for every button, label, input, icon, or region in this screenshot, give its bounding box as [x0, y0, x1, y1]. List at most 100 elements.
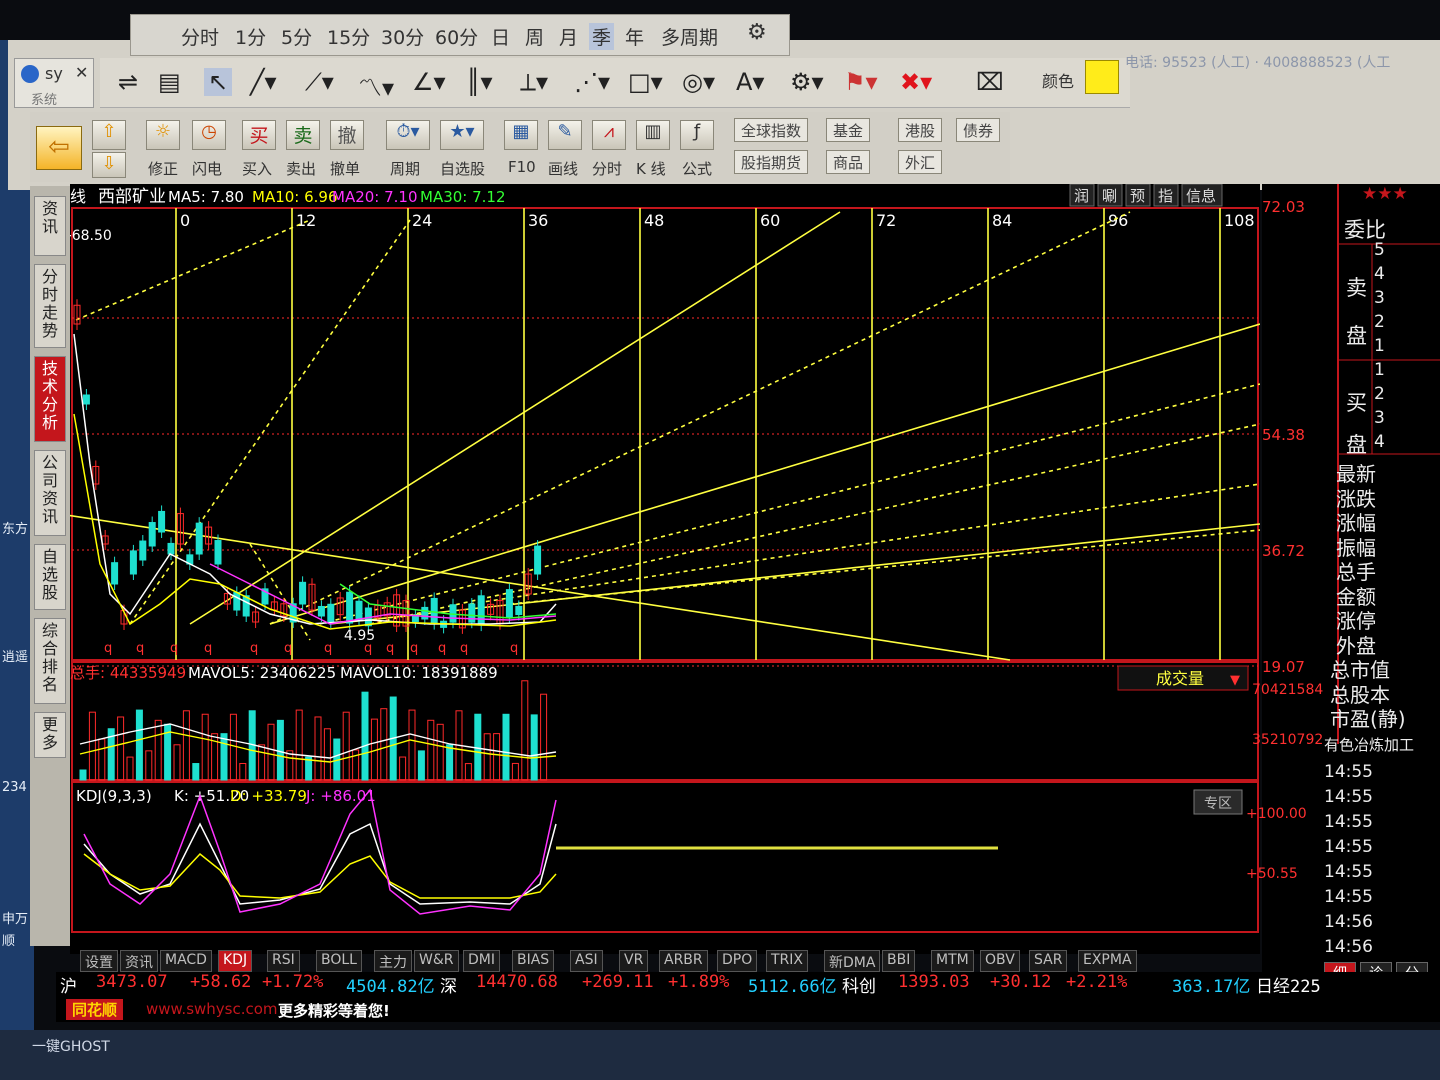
draw-label[interactable]: 画线: [548, 158, 578, 179]
draw-line-icon[interactable]: ✎: [548, 120, 582, 150]
period-quarter[interactable]: 季: [589, 23, 615, 50]
tab-intraday[interactable]: 分时走势: [34, 264, 66, 348]
delete-icon[interactable]: ✖▾: [900, 68, 932, 96]
cancel-order-button[interactable]: 撤: [330, 120, 364, 150]
tab-news[interactable]: 资讯: [34, 196, 66, 256]
market-global-index[interactable]: 全球指数: [734, 118, 809, 142]
period-15min[interactable]: 15分: [327, 23, 370, 50]
period-dropdown-icon[interactable]: ⏱▾: [386, 120, 430, 150]
indicator-tab[interactable]: SAR: [1029, 950, 1068, 972]
period-1min[interactable]: 1分: [235, 23, 266, 50]
indicator-tab[interactable]: KDJ: [218, 950, 253, 972]
indicator-tab[interactable]: BBI: [882, 950, 916, 972]
sell-label[interactable]: 卖出: [286, 158, 316, 179]
indicator-tab[interactable]: TRIX: [766, 950, 808, 972]
indicator-tab[interactable]: 设置: [80, 950, 118, 972]
clock-icon[interactable]: ◷: [192, 120, 226, 150]
angle-tool-icon[interactable]: ∠▾: [412, 68, 446, 96]
desktop-icon-label[interactable]: 逍遥: [2, 646, 28, 665]
flash-label[interactable]: 闪电: [192, 158, 222, 179]
text-tool-icon[interactable]: A▾: [736, 68, 764, 96]
kline-label[interactable]: K 线: [636, 158, 666, 179]
cycle-lines-icon[interactable]: ║▾: [466, 68, 493, 96]
indicator-tab[interactable]: W&R: [414, 950, 459, 972]
period-year[interactable]: 年: [625, 23, 644, 50]
market-commodity[interactable]: 商品: [826, 150, 871, 174]
market-index-futures[interactable]: 股指期货: [734, 150, 809, 174]
sell-button[interactable]: 卖: [286, 120, 320, 150]
indicator-tab[interactable]: MTM: [931, 950, 974, 972]
tab-ranking[interactable]: 综合排名: [34, 618, 66, 704]
fan-tool-icon[interactable]: ⟂▾: [520, 68, 548, 96]
rectangle-tool-icon[interactable]: □▾: [628, 68, 663, 96]
back-arrow-button[interactable]: ⇦: [36, 126, 82, 170]
intraday-label[interactable]: 分时: [592, 158, 622, 179]
indicator-tab[interactable]: 资讯: [120, 950, 158, 972]
formula-icon[interactable]: ƒ: [680, 120, 714, 150]
indicator-tab[interactable]: OBV: [980, 950, 1020, 972]
market-forex[interactable]: 外汇: [898, 150, 943, 174]
lightning-icon[interactable]: ☼: [146, 120, 180, 150]
circle-tool-icon[interactable]: ◎▾: [682, 68, 715, 96]
mark-tool-icon[interactable]: ⚑▾: [844, 68, 878, 96]
period-30min[interactable]: 30分: [381, 23, 424, 50]
close-icon[interactable]: ✕: [75, 63, 88, 82]
period-fenshi[interactable]: 分时: [181, 23, 219, 50]
up-arrow-icon[interactable]: ⇧: [92, 120, 126, 150]
draw-settings-icon[interactable]: ▤: [158, 68, 181, 96]
market-fund[interactable]: 基金: [826, 118, 871, 142]
tab-more[interactable]: 更多: [34, 712, 66, 758]
indicator-tab[interactable]: ARBR: [659, 950, 708, 972]
indicator-tab[interactable]: ASI: [570, 950, 603, 972]
cursor-mode-icon[interactable]: ⇌: [118, 68, 138, 96]
indicator-tab[interactable]: BOLL: [316, 950, 362, 972]
ray-tool-icon[interactable]: ⟋▾: [305, 68, 334, 96]
industry-label[interactable]: 有色冶炼加工: [1324, 734, 1414, 755]
gear-icon[interactable]: ⚙: [747, 20, 767, 45]
period-label[interactable]: 周期: [390, 158, 420, 179]
market-hk[interactable]: 港股: [898, 118, 943, 142]
indicator-tab[interactable]: DPO: [717, 950, 758, 972]
wave-tool-icon[interactable]: 〽▾: [358, 68, 394, 103]
fix-label[interactable]: 修正: [148, 158, 178, 179]
f10-icon[interactable]: ▦: [504, 120, 538, 150]
period-multi[interactable]: 多周期: [661, 23, 718, 50]
indicator-tab[interactable]: BIAS: [512, 950, 555, 972]
intraday-chart-icon[interactable]: ⩘: [592, 120, 626, 150]
kline-icon[interactable]: ▥: [636, 120, 670, 150]
lock-icon[interactable]: ⌧: [976, 68, 1004, 96]
period-day[interactable]: 日: [491, 23, 510, 50]
watchlist-label[interactable]: 自选股: [440, 158, 485, 179]
period-month[interactable]: 月: [559, 23, 578, 50]
indicator-tab[interactable]: DMI: [463, 950, 500, 972]
f10-label[interactable]: F10: [508, 158, 536, 176]
period-60min[interactable]: 60分: [435, 23, 478, 50]
app-tab[interactable]: sy ✕ 系统: [14, 58, 94, 108]
cancel-label[interactable]: 撤单: [330, 158, 360, 179]
buy-button[interactable]: 买: [242, 120, 276, 150]
chart-area[interactable]: 季线 西部矿业 MA5: 7.80 MA10: 6.96 MA20: 7.10 …: [54, 183, 1261, 954]
tab-watchlist[interactable]: 自选股: [34, 544, 66, 610]
broker-url[interactable]: www.swhysc.com: [146, 1000, 278, 1018]
tab-technical[interactable]: 技术分析: [34, 356, 66, 442]
indicator-tab[interactable]: EXPMA: [1078, 950, 1137, 972]
desktop-icon-label[interactable]: 234: [2, 780, 27, 795]
formula-label[interactable]: 公式: [682, 158, 712, 179]
kline-chart[interactable]: 季线 西部矿业 MA5: 7.80 MA10: 6.96 MA20: 7.10 …: [54, 183, 1261, 954]
desktop-icon-label[interactable]: 申万: [2, 908, 28, 927]
channel-tool-icon[interactable]: ⋰▾: [574, 68, 610, 96]
desktop-icon-label[interactable]: 东方: [2, 518, 28, 537]
down-arrow-icon[interactable]: ⇩: [92, 152, 126, 178]
line-tool-icon[interactable]: ╱▾: [250, 68, 277, 96]
watchlist-dropdown-icon[interactable]: ★▾: [440, 120, 484, 150]
period-week[interactable]: 周: [525, 23, 544, 50]
indicator-tab[interactable]: VR: [619, 950, 649, 972]
pointer-icon[interactable]: ↖: [204, 68, 233, 96]
market-bond[interactable]: 债券: [956, 118, 1001, 142]
brand-logo[interactable]: 同花顺: [66, 999, 124, 1020]
desktop-icon-label[interactable]: 顺: [2, 930, 15, 949]
indicator-tab[interactable]: 新DMA: [824, 950, 881, 972]
indicator-tab[interactable]: RSI: [267, 950, 300, 972]
tab-company[interactable]: 公司资讯: [34, 450, 66, 536]
period-5min[interactable]: 5分: [281, 23, 312, 50]
